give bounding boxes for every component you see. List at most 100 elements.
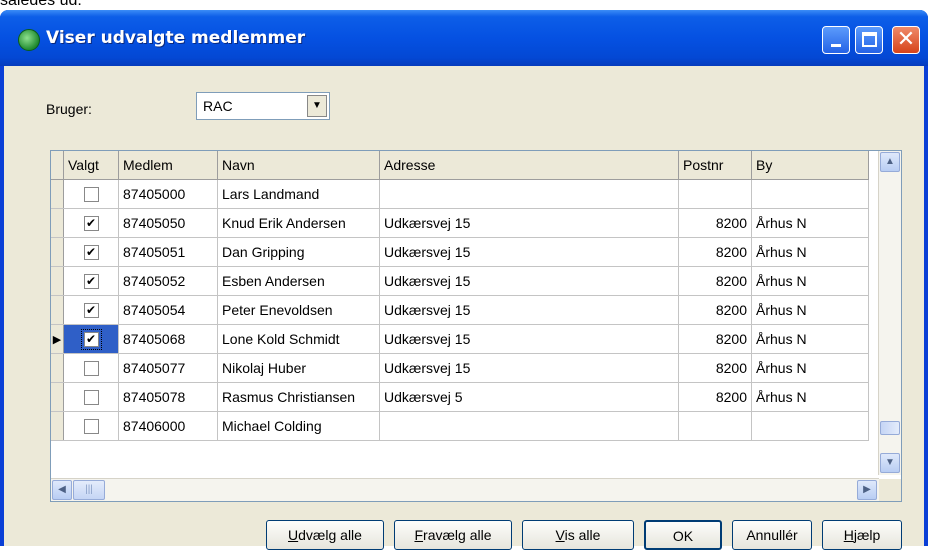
valgt-cell[interactable]: ✔	[63, 295, 119, 325]
table-row[interactable]: ✔ 87405050 Knud Erik Andersen Udkærsvej 15 8…	[51, 208, 869, 238]
valgt-checkbox[interactable]: ✔	[80, 329, 102, 351]
postnr-cell[interactable]	[678, 411, 752, 441]
postnr-cell[interactable]: 8200	[678, 295, 752, 325]
by-cell[interactable]	[751, 179, 869, 209]
valgt-cell[interactable]: ✔	[63, 237, 119, 267]
table-row[interactable]: ✔ 87405051 Dan Gripping Udkærsvej 15 8200 Årh…	[51, 237, 869, 267]
adresse-cell[interactable]: Udkærsvej 15	[379, 353, 679, 383]
navn-cell[interactable]: Esben Andersen	[217, 266, 380, 296]
table-row[interactable]: ✔ 87405052 Esben Andersen Udkærsvej 15 8200 Å…	[51, 266, 869, 296]
row-indicator[interactable]: ▶	[51, 324, 64, 354]
by-cell[interactable]: Århus N	[751, 295, 869, 325]
row-indicator[interactable]	[51, 179, 64, 209]
adresse-cell[interactable]: Udkærsvej 15	[379, 324, 679, 354]
postnr-cell[interactable]: 8200	[678, 382, 752, 412]
table-row[interactable]: 87405078 Rasmus Christiansen Udkærsvej 5 82…	[51, 382, 869, 412]
postnr-cell[interactable]: 8200	[678, 208, 752, 238]
valgt-cell[interactable]	[63, 382, 119, 412]
medlem-cell[interactable]: 87405000	[118, 179, 218, 209]
table-row[interactable]: 87405000 Lars Landmand	[51, 179, 869, 209]
medlem-cell[interactable]: 87405077	[118, 353, 218, 383]
postnr-cell[interactable]: 8200	[678, 324, 752, 354]
column-header-by[interactable]: By	[751, 151, 869, 180]
by-cell[interactable]: Århus N	[751, 324, 869, 354]
valgt-checkbox[interactable]: ✔	[83, 216, 99, 232]
row-indicator[interactable]	[51, 266, 64, 296]
valgt-cell[interactable]	[63, 411, 119, 441]
adresse-cell[interactable]: Udkærsvej 15	[379, 266, 679, 296]
valgt-checkbox[interactable]	[83, 361, 99, 377]
maximize-button[interactable]	[855, 26, 883, 54]
postnr-cell[interactable]: 8200	[678, 266, 752, 296]
medlem-cell[interactable]: 87406000	[118, 411, 218, 441]
vertical-scrollbar[interactable]: ▲ ▼	[878, 151, 901, 475]
medlem-cell[interactable]: 87405052	[118, 266, 218, 296]
postnr-cell[interactable]: 8200	[678, 353, 752, 383]
vertical-scroll-thumb[interactable]	[880, 421, 900, 435]
by-cell[interactable]: Århus N	[751, 266, 869, 296]
members-grid[interactable]: Valgt Medlem Navn Adresse Postnr By 8740…	[50, 150, 902, 502]
minimize-button[interactable]	[822, 26, 850, 54]
valgt-cell[interactable]: ✔	[63, 324, 119, 354]
scroll-left-icon[interactable]: ◀	[52, 480, 72, 500]
close-button[interactable]: ✕	[892, 26, 920, 54]
horizontal-scrollbar[interactable]: ◀ ||| ▶	[51, 478, 879, 501]
table-row[interactable]: 87406000 Michael Colding	[51, 411, 869, 441]
chevron-down-icon[interactable]: ▼	[307, 95, 327, 117]
navn-cell[interactable]: Michael Colding	[217, 411, 380, 441]
by-cell[interactable]: Århus N	[751, 237, 869, 267]
navn-cell[interactable]: Dan Gripping	[217, 237, 380, 267]
table-row[interactable]: ▶ ✔ 87405068 Lone Kold Schmidt Udkærsvej 15 8…	[51, 324, 869, 354]
valgt-checkbox[interactable]: ✔	[83, 245, 99, 261]
scroll-right-icon[interactable]: ▶	[857, 480, 877, 500]
valgt-checkbox[interactable]	[83, 187, 99, 203]
navn-cell[interactable]: Peter Enevoldsen	[217, 295, 380, 325]
title-bar[interactable]: Viser udvalgte medlemmer ✕	[0, 10, 928, 66]
column-header-postnr[interactable]: Postnr	[678, 151, 752, 180]
navn-cell[interactable]: Lone Kold Schmidt	[217, 324, 380, 354]
column-header-navn[interactable]: Navn	[217, 151, 380, 180]
column-header-valgt[interactable]: Valgt	[63, 151, 119, 180]
row-indicator[interactable]	[51, 208, 64, 238]
scroll-down-icon[interactable]: ▼	[880, 453, 900, 473]
by-cell[interactable]	[751, 411, 869, 441]
by-cell[interactable]: Århus N	[751, 208, 869, 238]
navn-cell[interactable]: Knud Erik Andersen	[217, 208, 380, 238]
adresse-cell[interactable]	[379, 179, 679, 209]
valgt-cell[interactable]	[63, 353, 119, 383]
valgt-cell[interactable]: ✔	[63, 208, 119, 238]
table-row[interactable]: 87405077 Nikolaj Huber Udkærsvej 15 8200 Årh…	[51, 353, 869, 383]
medlem-cell[interactable]: 87405051	[118, 237, 218, 267]
scroll-up-icon[interactable]: ▲	[880, 152, 900, 172]
row-indicator[interactable]	[51, 295, 64, 325]
valgt-checkbox[interactable]	[83, 390, 99, 406]
row-indicator[interactable]	[51, 237, 64, 267]
medlem-cell[interactable]: 87405050	[118, 208, 218, 238]
row-indicator[interactable]	[51, 411, 64, 441]
valgt-cell[interactable]: ✔	[63, 266, 119, 296]
adresse-cell[interactable]: Udkærsvej 15	[379, 237, 679, 267]
navn-cell[interactable]: Nikolaj Huber	[217, 353, 380, 383]
adresse-cell[interactable]	[379, 411, 679, 441]
valgt-checkbox[interactable]: ✔	[83, 303, 99, 319]
bruger-select[interactable]: RAC ▼	[196, 92, 330, 120]
adresse-cell[interactable]: Udkærsvej 15	[379, 295, 679, 325]
postnr-cell[interactable]	[678, 179, 752, 209]
by-cell[interactable]: Århus N	[751, 382, 869, 412]
column-header-adresse[interactable]: Adresse	[379, 151, 679, 180]
valgt-checkbox[interactable]	[83, 419, 99, 435]
medlem-cell[interactable]: 87405068	[118, 324, 218, 354]
column-header-medlem[interactable]: Medlem	[118, 151, 218, 180]
medlem-cell[interactable]: 87405078	[118, 382, 218, 412]
navn-cell[interactable]: Rasmus Christiansen	[217, 382, 380, 412]
by-cell[interactable]: Århus N	[751, 353, 869, 383]
medlem-cell[interactable]: 87405054	[118, 295, 218, 325]
postnr-cell[interactable]: 8200	[678, 237, 752, 267]
table-row[interactable]: ✔ 87405054 Peter Enevoldsen Udkærsvej 15 820…	[51, 295, 869, 325]
row-indicator[interactable]	[51, 382, 64, 412]
adresse-cell[interactable]: Udkærsvej 5	[379, 382, 679, 412]
adresse-cell[interactable]: Udkærsvej 15	[379, 208, 679, 238]
navn-cell[interactable]: Lars Landmand	[217, 179, 380, 209]
valgt-cell[interactable]	[63, 179, 119, 209]
horizontal-scroll-thumb[interactable]: |||	[73, 480, 105, 500]
